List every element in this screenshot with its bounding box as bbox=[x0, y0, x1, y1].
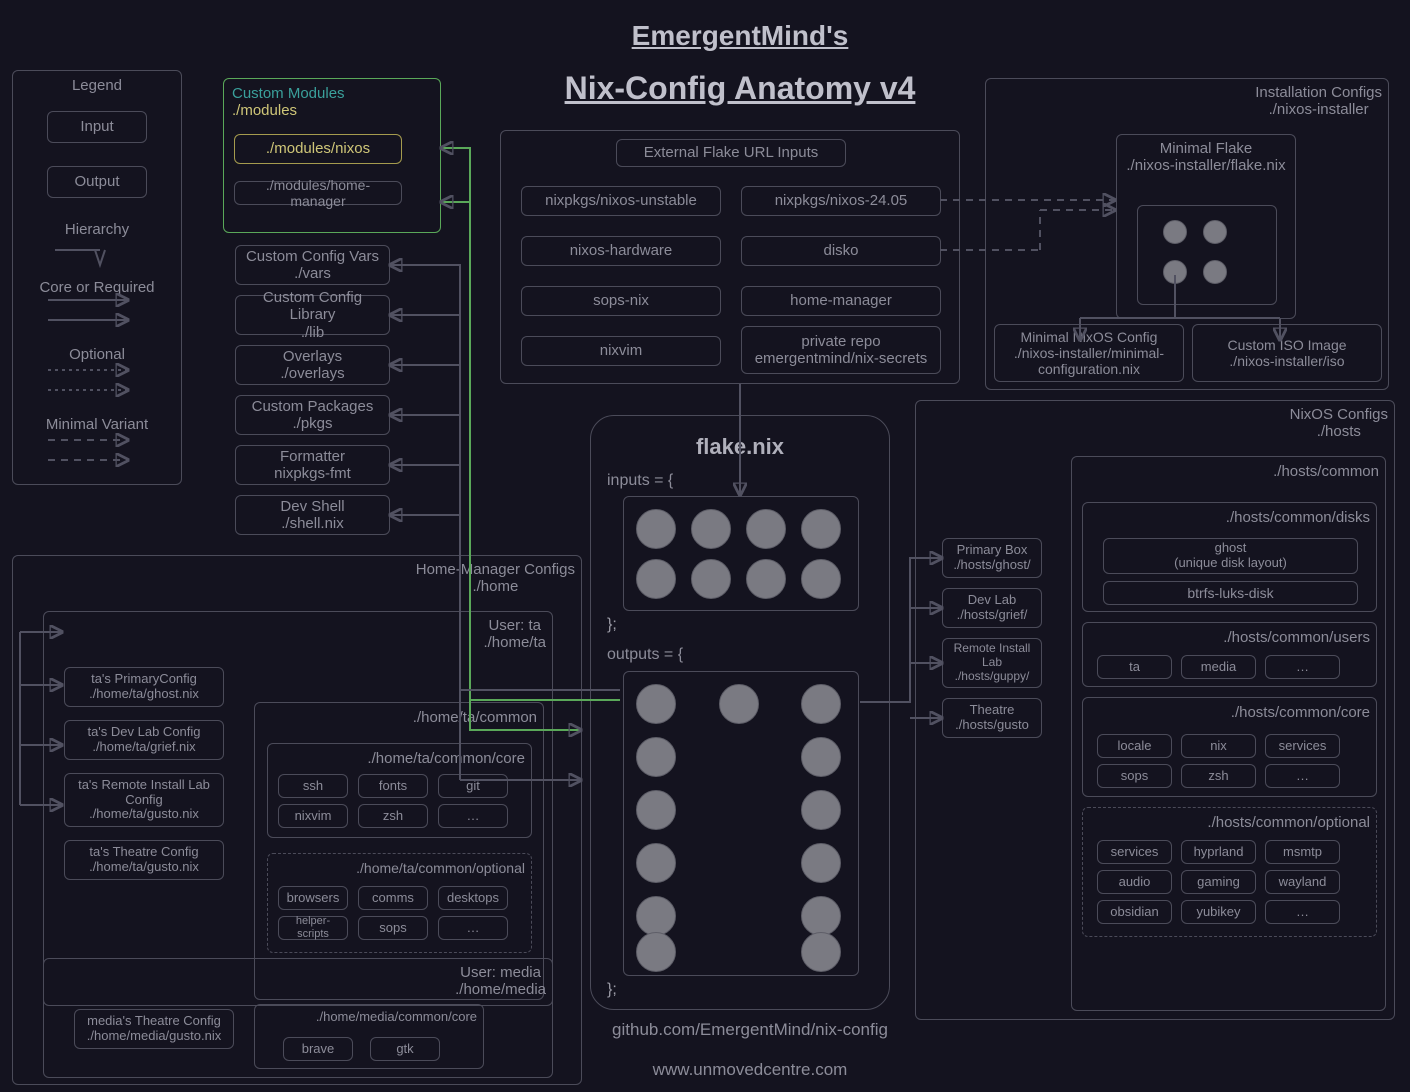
ext-1: nixpkgs/nixos-24.05 bbox=[741, 186, 941, 216]
title-line-1: EmergentMind's bbox=[490, 20, 990, 52]
ta-core: ./home/ta/common/core ssh fonts git nixv… bbox=[267, 743, 532, 838]
legend-core: Core or Required bbox=[13, 279, 181, 296]
legend-title: Legend bbox=[13, 77, 181, 94]
legend-hierarchy: Hierarchy bbox=[13, 221, 181, 238]
user-1: media bbox=[1181, 655, 1256, 679]
box-pkgs: Custom Packages./pkgs bbox=[235, 395, 390, 435]
disk-btrfs: btrfs-luks-disk bbox=[1103, 581, 1358, 605]
installer-iso: Custom ISO Image./nixos-installer/iso bbox=[1192, 324, 1382, 382]
ta-cfg-1: ta's Dev Lab Config./home/ta/grief.nix bbox=[64, 720, 224, 760]
media-core: ./home/media/common/core brave gtk bbox=[254, 1004, 484, 1069]
footer-site: www.unmovedcentre.com bbox=[500, 1060, 1000, 1080]
flake-nix-box: flake.nix inputs = { }; outputs = { }; bbox=[590, 415, 890, 1010]
legend-box: Legend Input Output Hierarchy Core or Re… bbox=[12, 70, 182, 485]
box-fmt: Formatternixpkgs-fmt bbox=[235, 445, 390, 485]
installer-dots-panel bbox=[1137, 205, 1277, 305]
modules-nixos: ./modules/nixos bbox=[234, 134, 402, 164]
box-lib: Custom Config Library./lib bbox=[235, 295, 390, 335]
user-0: ta bbox=[1097, 655, 1172, 679]
installer-path: ./nixos-installer bbox=[1269, 102, 1369, 119]
ext-3: disko bbox=[741, 236, 941, 266]
ext-0: nixpkgs/nixos-unstable bbox=[521, 186, 721, 216]
flake-close-1: }; bbox=[607, 616, 617, 634]
ext-2: nixos-hardware bbox=[521, 236, 721, 266]
legend-input: Input bbox=[47, 111, 147, 143]
ta-optional: ./home/ta/common/optional browsers comms… bbox=[267, 853, 532, 953]
hm-user-ta: User: ta./home/ta ta's PrimaryConfig./ho… bbox=[43, 611, 553, 1006]
nixos-users: ./hosts/common/users ta media … bbox=[1082, 622, 1377, 687]
nixos-optional: ./hosts/common/optional services hyprlan… bbox=[1082, 807, 1377, 937]
title-line-2: Nix-Config Anatomy v4 bbox=[440, 70, 1040, 107]
legend-output: Output bbox=[47, 166, 147, 198]
custom-modules-title: Custom Modules bbox=[232, 85, 345, 102]
installer-title: Installation Configs bbox=[1255, 85, 1382, 102]
installer-box: Installation Configs ./nixos-installer M… bbox=[985, 78, 1389, 390]
footer-repo: github.com/EmergentMind/nix-config bbox=[500, 1020, 1000, 1040]
ext-5: home-manager bbox=[741, 286, 941, 316]
flake-inputs-label: inputs = { bbox=[607, 472, 673, 490]
nixos-core: ./hosts/common/core locale nix services … bbox=[1082, 697, 1377, 797]
ext-6: nixvim bbox=[521, 336, 721, 366]
custom-modules-path: ./modules bbox=[232, 102, 297, 119]
external-inputs-title: External Flake URL Inputs bbox=[616, 139, 846, 167]
ta-cfg-3: ta's Theatre Config./home/ta/gusto.nix bbox=[64, 840, 224, 880]
legend-minimal: Minimal Variant bbox=[13, 416, 181, 433]
installer-min: Minimal NixOS Config./nixos-installer/mi… bbox=[994, 324, 1184, 382]
ta-cfg-2: ta's Remote Install Lab Config./home/ta/… bbox=[64, 773, 224, 827]
flake-close-2: }; bbox=[607, 981, 617, 999]
box-vars: Custom Config Vars./vars bbox=[235, 245, 390, 285]
ta-cfg-0: ta's PrimaryConfig./home/ta/ghost.nix bbox=[64, 667, 224, 707]
box-shell: Dev Shell./shell.nix bbox=[235, 495, 390, 535]
hm-configs-box: Home-Manager Configs./home User: ta./hom… bbox=[12, 555, 582, 1085]
hm-user-media: User: media./home/media media's Theatre … bbox=[43, 958, 553, 1078]
ta-common: ./home/ta/common ./home/ta/common/core s… bbox=[254, 702, 544, 1000]
user-2: … bbox=[1265, 655, 1340, 679]
flake-title: flake.nix bbox=[591, 434, 889, 460]
installer-flake-box: Minimal Flake ./nixos-installer/flake.ni… bbox=[1116, 134, 1296, 319]
disk-ghost: ghost(unique disk layout) bbox=[1103, 538, 1358, 574]
box-overlays: Overlays./overlays bbox=[235, 345, 390, 385]
nixos-configs-box: NixOS Configs./hosts ./hosts/common ./ho… bbox=[915, 400, 1395, 1020]
flake-outputs-label: outputs = { bbox=[607, 646, 683, 664]
nixos-common: ./hosts/common ./hosts/common/disks ghos… bbox=[1071, 456, 1386, 1011]
nixos-disks: ./hosts/common/disks ghost(unique disk l… bbox=[1082, 502, 1377, 612]
flake-outputs-panel bbox=[623, 671, 859, 976]
ext-4: sops-nix bbox=[521, 286, 721, 316]
flake-inputs-panel bbox=[623, 496, 859, 611]
modules-hm: ./modules/home-manager bbox=[234, 181, 402, 205]
media-cfg: media's Theatre Config./home/media/gusto… bbox=[74, 1009, 234, 1049]
custom-modules-box: Custom Modules ./modules ./modules/nixos… bbox=[223, 78, 441, 233]
ext-7: private repo emergentmind/nix-secrets bbox=[741, 326, 941, 374]
external-inputs-box: External Flake URL Inputs nixpkgs/nixos-… bbox=[500, 130, 960, 384]
diagram-canvas: EmergentMind's Nix-Config Anatomy v4 Leg… bbox=[0, 0, 1410, 1092]
legend-optional: Optional bbox=[13, 346, 181, 363]
